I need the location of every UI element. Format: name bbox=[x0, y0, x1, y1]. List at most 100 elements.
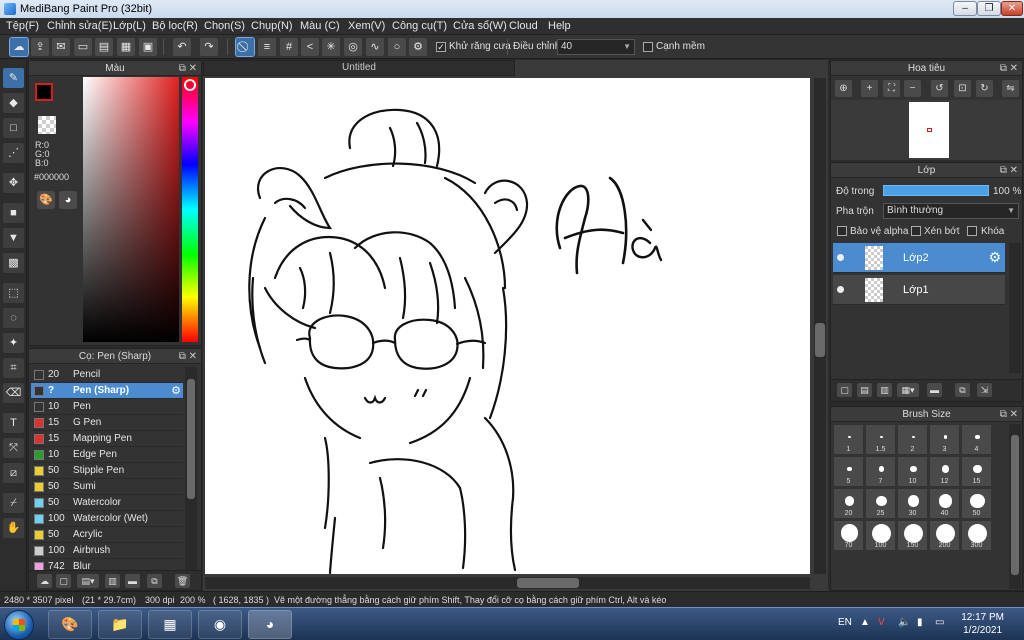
file-explorer-icon[interactable]: 📁 bbox=[98, 610, 142, 639]
vanishing-snap-icon[interactable]: < bbox=[301, 38, 319, 56]
gradient-tool-icon[interactable]: ▩ bbox=[3, 253, 24, 273]
panel-controls[interactable]: ⧉ ✕ bbox=[179, 349, 197, 364]
brush-size-cell[interactable]: 200 bbox=[929, 520, 960, 551]
cloud-brush-icon[interactable]: ☁ bbox=[37, 574, 52, 588]
protect-alpha-checkbox[interactable] bbox=[837, 226, 847, 236]
brush-item[interactable]: 10 Pen bbox=[31, 399, 183, 415]
minimize-button[interactable]: – bbox=[953, 1, 977, 16]
clock[interactable]: 12:17 PM 1/2/2021 bbox=[961, 611, 1004, 637]
brush-item[interactable]: 10 Edge Pen bbox=[31, 447, 183, 463]
text-tool-icon[interactable]: T bbox=[3, 413, 24, 433]
brush-size-cell[interactable]: 30 bbox=[897, 488, 928, 519]
select-rect-tool-icon[interactable]: ⬚ bbox=[3, 283, 24, 303]
brush-size-cell[interactable]: 25 bbox=[865, 488, 896, 519]
menu-snap[interactable]: Chụp(N) bbox=[251, 20, 293, 32]
flip-icon[interactable]: ⇋ bbox=[1002, 80, 1019, 97]
brush-settings-icon[interactable]: ▥ bbox=[105, 574, 120, 588]
medibang-taskbar-icon[interactable]: ◕ bbox=[248, 610, 292, 639]
brush-size-cell[interactable]: 300 bbox=[961, 520, 992, 551]
zoom-in-icon[interactable]: + bbox=[861, 80, 878, 97]
layer-row-2[interactable]: Lớp2 ⚙ bbox=[833, 243, 1005, 273]
redo-icon[interactable]: ↷ bbox=[200, 38, 218, 56]
layer-row-1[interactable]: Lớp1 bbox=[833, 275, 1005, 305]
radial-snap-icon[interactable]: ✳ bbox=[322, 38, 340, 56]
cross-snap-icon[interactable]: # bbox=[280, 38, 298, 56]
dot-tool-icon[interactable]: ⋰ bbox=[3, 143, 24, 163]
hue-slider[interactable] bbox=[182, 77, 198, 342]
brush-item[interactable]: 100 Watercolor (Wet) bbox=[31, 511, 183, 527]
rotate-right-icon[interactable]: ↻ bbox=[976, 80, 993, 97]
tray-expand-icon[interactable]: ▲ bbox=[860, 617, 870, 628]
settings-snap-icon[interactable]: ⚙ bbox=[409, 38, 427, 56]
close-button[interactable]: ✕ bbox=[1001, 1, 1023, 16]
menu-layer[interactable]: Lớp(L) bbox=[113, 20, 146, 32]
menu-file[interactable]: Tệp(F) bbox=[6, 20, 39, 32]
rotate-left-icon[interactable]: ↺ bbox=[931, 80, 948, 97]
brush-size-cell[interactable]: 150 bbox=[897, 520, 928, 551]
select-pen-tool-icon[interactable]: ⌗ bbox=[3, 358, 24, 378]
bucket-tool-icon[interactable]: ▼ bbox=[3, 228, 24, 248]
antivirus-icon[interactable]: V bbox=[878, 617, 885, 628]
canvas-vertical-scrollbar[interactable] bbox=[814, 78, 826, 574]
layer-list-scrollbar[interactable] bbox=[1009, 243, 1021, 373]
hand-tool-icon[interactable]: ✋ bbox=[3, 518, 24, 538]
brush-item[interactable]: 50 Watercolor bbox=[31, 495, 183, 511]
undo-icon[interactable]: ↶ bbox=[173, 38, 191, 56]
menu-color[interactable]: Màu (C) bbox=[300, 20, 340, 32]
brush-size-cell[interactable]: 12 bbox=[929, 456, 960, 487]
menu-select[interactable]: Chọn(S) bbox=[204, 20, 245, 32]
merge-layer-icon[interactable]: ⇲ bbox=[977, 383, 992, 397]
canvas-vertical-scroll-thumb[interactable] bbox=[815, 323, 825, 357]
menu-filter[interactable]: Bộ lọc(R) bbox=[152, 20, 198, 32]
brush-item[interactable]: 50 Stipple Pen bbox=[31, 463, 183, 479]
brush-size-cell[interactable]: 40 bbox=[929, 488, 960, 519]
eyedropper-tool-icon[interactable]: ⌿ bbox=[3, 493, 24, 513]
eraser-tool-icon[interactable]: ◆ bbox=[3, 93, 24, 113]
brush-item[interactable]: 20 Pencil bbox=[31, 367, 183, 383]
menu-view[interactable]: Xem(V) bbox=[348, 20, 385, 32]
brush-item[interactable]: 50 Acrylic bbox=[31, 527, 183, 543]
duplicate-brush-icon[interactable]: ⧉ bbox=[147, 574, 162, 588]
brush-tool-icon[interactable]: ✎ bbox=[3, 68, 24, 88]
brush-size-cell[interactable]: 1 bbox=[833, 424, 864, 455]
navigator-preview[interactable] bbox=[831, 100, 1022, 160]
battery-icon[interactable]: ▭ bbox=[935, 617, 944, 628]
gear-icon[interactable]: ⚙ bbox=[171, 384, 181, 397]
panel-controls[interactable]: ⧉ ✕ bbox=[1000, 407, 1018, 422]
palette-icon[interactable]: 🎨 bbox=[37, 191, 55, 209]
operation-tool-icon[interactable]: ⤧ bbox=[3, 438, 24, 458]
snap-off-icon[interactable]: ⃠ bbox=[235, 37, 255, 57]
rect-fill-tool-icon[interactable]: ■ bbox=[3, 203, 24, 223]
drawing-canvas[interactable] bbox=[205, 78, 810, 575]
antialias-checkbox[interactable]: ✓ bbox=[436, 42, 446, 52]
fit-window-icon[interactable]: ⛶ bbox=[883, 80, 900, 97]
layer-visibility-icon[interactable] bbox=[837, 286, 844, 293]
brush-size-cell[interactable]: 3 bbox=[929, 424, 960, 455]
color-wheel-icon[interactable]: ◕ bbox=[59, 191, 77, 209]
move-tool-icon[interactable]: ✥ bbox=[3, 173, 24, 193]
parallel-snap-icon[interactable]: ≡ bbox=[258, 38, 276, 56]
document-tab[interactable]: Untitled bbox=[203, 60, 515, 76]
menu-tools[interactable]: Công cụ(T) bbox=[392, 20, 447, 32]
blend-mode-select[interactable]: Bình thường ▼ bbox=[883, 203, 1019, 219]
brush-size-cell[interactable]: 10 bbox=[897, 456, 928, 487]
brush-size-scroll-thumb[interactable] bbox=[1011, 435, 1019, 575]
panel-icon[interactable]: ▦ bbox=[117, 38, 135, 56]
paint-app-icon[interactable]: 🎨 bbox=[48, 610, 92, 639]
adjust-select[interactable]: 40 ▼ bbox=[557, 39, 635, 55]
layer-visibility-icon[interactable] bbox=[837, 254, 844, 261]
brush-size-cell[interactable]: 70 bbox=[833, 520, 864, 551]
menu-window[interactable]: Cửa sổ(W) bbox=[453, 20, 507, 32]
chrome-icon[interactable]: ◉ bbox=[198, 610, 242, 639]
hue-slider-handle[interactable] bbox=[184, 79, 196, 91]
canvas-horizontal-scrollbar[interactable] bbox=[205, 577, 810, 589]
new-halftone-layer-icon[interactable]: ▤ bbox=[857, 383, 872, 397]
brush-list-scroll-thumb[interactable] bbox=[187, 379, 195, 499]
lock-checkbox[interactable] bbox=[967, 226, 977, 236]
comment-icon[interactable]: ✉ bbox=[52, 38, 70, 56]
clipping-checkbox[interactable] bbox=[911, 226, 921, 236]
start-button[interactable] bbox=[4, 610, 34, 640]
new-layer-icon[interactable]: ▢ bbox=[837, 383, 852, 397]
brush-size-cell[interactable]: 1.5 bbox=[865, 424, 896, 455]
brush-item[interactable]: 100 Airbrush bbox=[31, 543, 183, 559]
